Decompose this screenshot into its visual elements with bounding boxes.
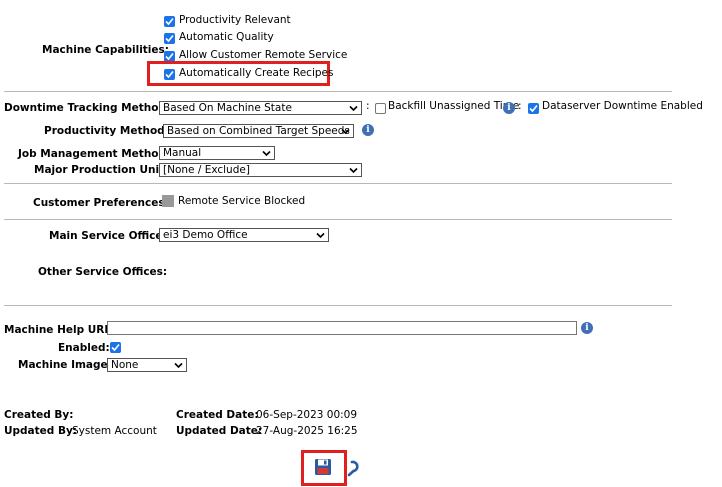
- updated-by-value: System Account: [72, 425, 157, 437]
- updated-date-value: 27-Aug-2025 16:25: [256, 425, 358, 437]
- dataserver-downtime-label: Dataserver Downtime Enabled: [542, 100, 703, 112]
- remote-service-toggle[interactable]: [162, 195, 174, 207]
- job-method-label: Job Management Method:: [18, 148, 171, 160]
- chevron-down-icon: [262, 150, 271, 157]
- capabilities-label: Machine Capabilities:: [42, 44, 169, 56]
- divider: [4, 305, 672, 306]
- job-method-select[interactable]: Manual: [159, 146, 275, 160]
- production-unit-value: [None / Exclude]: [163, 164, 250, 176]
- info-icon[interactable]: i: [581, 322, 593, 334]
- auto-create-recipes-label: Automatically Create Recipes: [179, 67, 334, 79]
- productivity-relevant-label: Productivity Relevant: [179, 14, 291, 26]
- chevron-down-icon: [349, 105, 358, 112]
- created-by-label: Created By:: [4, 409, 74, 421]
- productivity-relevant-checkbox[interactable]: [164, 16, 175, 27]
- updated-by-label: Updated By:: [4, 425, 78, 437]
- backfill-checkbox[interactable]: [375, 103, 386, 114]
- divider: [4, 91, 672, 92]
- production-unit-select[interactable]: [None / Exclude]: [159, 163, 362, 177]
- divider: [4, 183, 672, 184]
- downtime-method-select[interactable]: Based On Machine State: [159, 101, 362, 115]
- automatic-quality-checkbox[interactable]: [164, 33, 175, 44]
- downtime-method-value: Based On Machine State: [163, 102, 292, 114]
- checkmark-icon: [111, 343, 120, 352]
- job-method-value: Manual: [163, 147, 202, 159]
- checkmark-icon: [165, 52, 174, 61]
- created-date-label: Created Date:: [176, 409, 259, 421]
- backfill-label: Backfill Unassigned Time: [388, 100, 520, 112]
- created-date-value: 06-Sep-2023 00:09: [256, 409, 358, 421]
- downtime-colon: :: [366, 100, 370, 112]
- machine-image-label: Machine Image:: [18, 359, 112, 371]
- main-office-select[interactable]: ei3 Demo Office: [159, 228, 329, 242]
- divider: [4, 219, 672, 220]
- automatic-quality-label: Automatic Quality: [179, 31, 274, 43]
- customer-preferences-label: Customer Preferences:: [33, 197, 169, 209]
- help-url-label: Machine Help URL:: [4, 324, 116, 336]
- downtime-method-label: Downtime Tracking Method:: [4, 102, 171, 114]
- dataserver-colon: :: [518, 100, 522, 112]
- main-office-label: Main Service Office:: [49, 230, 167, 242]
- chevron-down-icon: [174, 362, 183, 369]
- production-unit-label: Major Production Unit:: [34, 164, 169, 176]
- dataserver-downtime-checkbox[interactable]: [528, 103, 539, 114]
- checkmark-icon: [529, 104, 538, 113]
- auto-create-recipes-checkbox[interactable]: [164, 69, 175, 80]
- info-icon[interactable]: i: [362, 124, 374, 136]
- machine-image-select[interactable]: None: [107, 358, 187, 372]
- floppy-disk-icon[interactable]: [314, 458, 332, 476]
- info-icon[interactable]: i: [503, 102, 515, 114]
- productivity-method-value: Based on Combined Target Speeds: [167, 125, 350, 137]
- allow-remote-service-label: Allow Customer Remote Service: [179, 49, 348, 61]
- enabled-label: Enabled:: [58, 342, 110, 354]
- chevron-down-icon: [316, 232, 325, 239]
- checkmark-icon: [165, 17, 174, 26]
- undo-icon[interactable]: [346, 457, 362, 477]
- machine-image-value: None: [111, 359, 139, 371]
- main-office-value: ei3 Demo Office: [163, 229, 248, 241]
- productivity-method-label: Productivity Method:: [44, 125, 169, 137]
- checkmark-icon: [165, 70, 174, 79]
- other-offices-label: Other Service Offices:: [38, 266, 168, 278]
- remote-service-status: Remote Service Blocked: [178, 195, 306, 207]
- chevron-down-icon: [341, 128, 350, 135]
- chevron-down-icon: [349, 167, 358, 174]
- productivity-method-select[interactable]: Based on Combined Target Speeds: [163, 124, 354, 138]
- enabled-checkbox[interactable]: [110, 342, 121, 353]
- help-url-input[interactable]: [107, 321, 577, 335]
- checkmark-icon: [165, 34, 174, 43]
- updated-date-label: Updated Date:: [176, 425, 263, 437]
